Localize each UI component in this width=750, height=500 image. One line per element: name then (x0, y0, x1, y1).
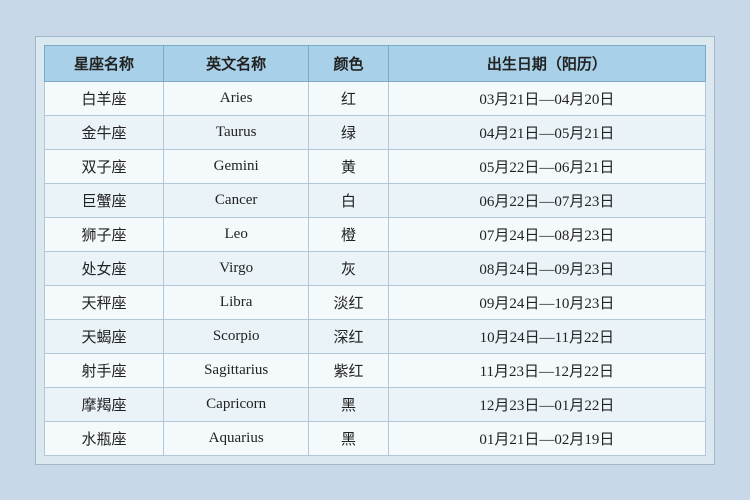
cell-zh: 双子座 (45, 149, 164, 183)
cell-zh: 射手座 (45, 353, 164, 387)
cell-en: Taurus (163, 115, 308, 149)
table-row: 狮子座Leo橙07月24日—08月23日 (45, 217, 706, 251)
cell-color: 淡红 (309, 285, 388, 319)
table-row: 双子座Gemini黄05月22日—06月21日 (45, 149, 706, 183)
table-row: 射手座Sagittarius紫红11月23日—12月22日 (45, 353, 706, 387)
cell-en: Virgo (163, 251, 308, 285)
cell-en: Libra (163, 285, 308, 319)
cell-color: 绿 (309, 115, 388, 149)
cell-zh: 巨蟹座 (45, 183, 164, 217)
cell-date: 08月24日—09月23日 (388, 251, 705, 285)
cell-color: 黑 (309, 387, 388, 421)
table-header-row: 星座名称 英文名称 颜色 出生日期（阳历） (45, 45, 706, 81)
table-row: 天秤座Libra淡红09月24日—10月23日 (45, 285, 706, 319)
cell-date: 12月23日—01月22日 (388, 387, 705, 421)
cell-date: 07月24日—08月23日 (388, 217, 705, 251)
cell-color: 紫红 (309, 353, 388, 387)
cell-en: Capricorn (163, 387, 308, 421)
zodiac-table: 星座名称 英文名称 颜色 出生日期（阳历） 白羊座Aries红03月21日—04… (44, 45, 706, 456)
cell-color: 橙 (309, 217, 388, 251)
cell-zh: 水瓶座 (45, 421, 164, 455)
cell-en: Aries (163, 81, 308, 115)
table-row: 水瓶座Aquarius黑01月21日—02月19日 (45, 421, 706, 455)
header-color: 颜色 (309, 45, 388, 81)
cell-date: 09月24日—10月23日 (388, 285, 705, 319)
table-row: 白羊座Aries红03月21日—04月20日 (45, 81, 706, 115)
cell-date: 06月22日—07月23日 (388, 183, 705, 217)
cell-date: 10月24日—11月22日 (388, 319, 705, 353)
cell-date: 05月22日—06月21日 (388, 149, 705, 183)
cell-date: 11月23日—12月22日 (388, 353, 705, 387)
cell-zh: 狮子座 (45, 217, 164, 251)
table-row: 处女座Virgo灰08月24日—09月23日 (45, 251, 706, 285)
header-en: 英文名称 (163, 45, 308, 81)
table-row: 巨蟹座Cancer白06月22日—07月23日 (45, 183, 706, 217)
cell-en: Sagittarius (163, 353, 308, 387)
cell-color: 灰 (309, 251, 388, 285)
cell-color: 深红 (309, 319, 388, 353)
header-zh: 星座名称 (45, 45, 164, 81)
cell-en: Scorpio (163, 319, 308, 353)
cell-zh: 处女座 (45, 251, 164, 285)
cell-color: 黄 (309, 149, 388, 183)
cell-en: Gemini (163, 149, 308, 183)
cell-date: 03月21日—04月20日 (388, 81, 705, 115)
cell-color: 黑 (309, 421, 388, 455)
cell-zh: 天秤座 (45, 285, 164, 319)
cell-color: 白 (309, 183, 388, 217)
table-row: 摩羯座Capricorn黑12月23日—01月22日 (45, 387, 706, 421)
cell-color: 红 (309, 81, 388, 115)
cell-en: Aquarius (163, 421, 308, 455)
table-row: 金牛座Taurus绿04月21日—05月21日 (45, 115, 706, 149)
header-date: 出生日期（阳历） (388, 45, 705, 81)
cell-zh: 摩羯座 (45, 387, 164, 421)
table-row: 天蝎座Scorpio深红10月24日—11月22日 (45, 319, 706, 353)
cell-zh: 天蝎座 (45, 319, 164, 353)
cell-zh: 金牛座 (45, 115, 164, 149)
cell-date: 04月21日—05月21日 (388, 115, 705, 149)
cell-zh: 白羊座 (45, 81, 164, 115)
zodiac-table-container: 星座名称 英文名称 颜色 出生日期（阳历） 白羊座Aries红03月21日—04… (35, 36, 715, 465)
cell-date: 01月21日—02月19日 (388, 421, 705, 455)
cell-en: Leo (163, 217, 308, 251)
cell-en: Cancer (163, 183, 308, 217)
